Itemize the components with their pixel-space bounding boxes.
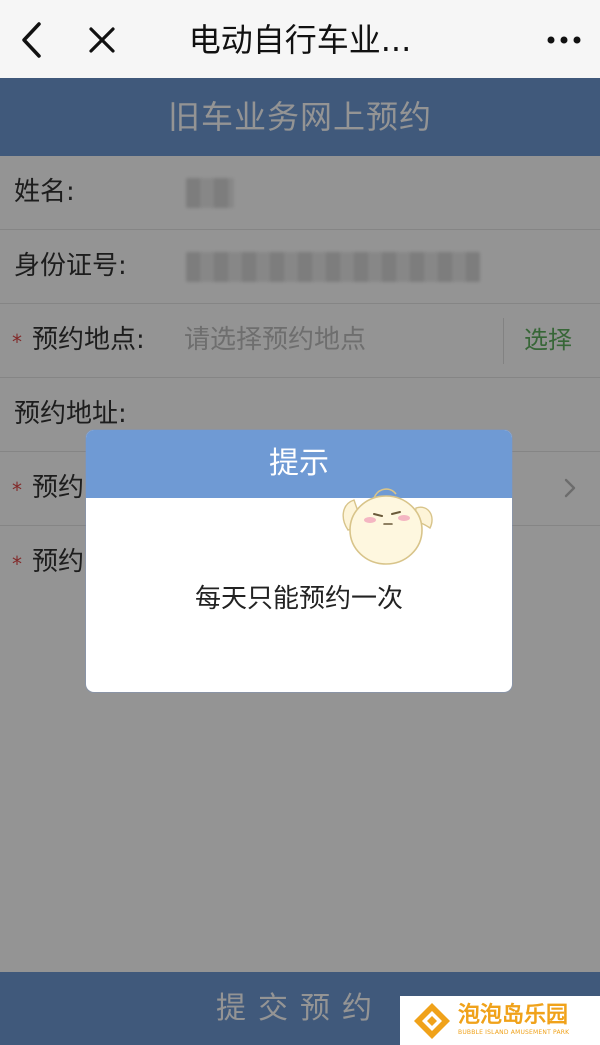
back-button[interactable]: [12, 18, 52, 62]
more-button[interactable]: [542, 22, 586, 58]
watermark-text: 泡泡岛乐园 BUBBLE ISLAND AMUSEMENT PARK: [458, 1005, 569, 1036]
more-dots-icon: [547, 36, 581, 44]
mascot-icon: [342, 488, 433, 565]
watermark-badge: 泡泡岛乐园 BUBBLE ISLAND AMUSEMENT PARK: [400, 996, 600, 1045]
dialog-message: 每天只能预约一次: [194, 584, 403, 614]
dialog-title: 提示: [86, 430, 512, 498]
bubble-island-logo-icon: [414, 1002, 450, 1039]
top-nav-bar: 电动自行车业...: [0, 0, 600, 78]
watermark-subtitle: BUBBLE ISLAND AMUSEMENT PARK: [458, 1029, 570, 1036]
alert-dialog: 提示 每天只能预约一次: [86, 430, 512, 692]
close-icon: [89, 27, 115, 53]
page-title: 电动自行车业...: [188, 21, 412, 59]
close-button[interactable]: [82, 20, 122, 60]
watermark-name: 泡泡岛乐园: [458, 1003, 569, 1028]
chevron-left-icon: [22, 22, 41, 58]
